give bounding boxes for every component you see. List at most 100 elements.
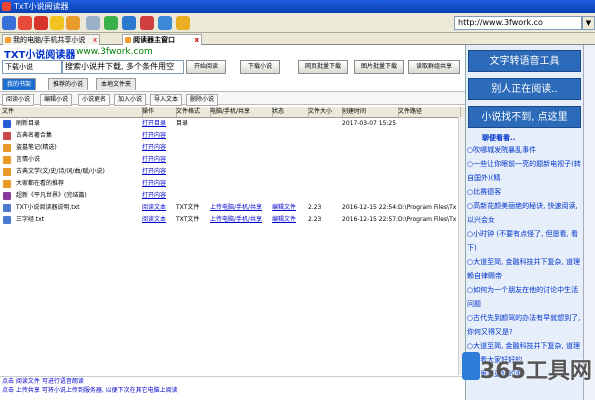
recommend-item[interactable]: ○吹哪城发院暴乱事件 (467, 143, 581, 157)
download-novel-button[interactable]: 下载小说 (240, 60, 280, 74)
cell-action[interactable]: 打开内容 (140, 190, 176, 202)
cell-share[interactable] (208, 166, 272, 178)
recommend-item[interactable]: ○高新花颜美丽绝的秘诀, 快速阅读, 以兴会女 (467, 199, 581, 227)
col-share[interactable]: 电脑/手机/共享 (208, 107, 273, 117)
cell-share[interactable] (208, 154, 272, 166)
cell-action[interactable]: 阅读文本 (140, 202, 176, 214)
table-row[interactable]: 古典文学(文/史/诗/词/曲/赋/小说) 打开内容 (0, 166, 465, 178)
col-time[interactable]: 创建时间 (340, 107, 399, 117)
cell-share[interactable] (208, 178, 272, 190)
table-row[interactable]: 大家都在看的推荐 打开内容 (0, 178, 465, 190)
table-row[interactable]: 言情小说 打开内容 (0, 154, 465, 166)
help-icon[interactable] (158, 16, 172, 30)
recommend-item[interactable]: ○大道至简, 金融科技并下复杂, 道理赖自律赐帝 (467, 255, 581, 283)
table-scrollbar[interactable] (458, 117, 465, 375)
panel-scrollbar[interactable] (583, 45, 595, 400)
cell-status[interactable] (270, 190, 308, 202)
cell-format (174, 166, 210, 178)
read-novel-button[interactable]: 阅读小说 (2, 94, 35, 106)
batch-image-download-button[interactable]: 图片批量下载 (354, 60, 404, 74)
search-type-select[interactable]: 下载小说 (2, 60, 62, 74)
cell-status[interactable] (270, 166, 308, 178)
cell-status[interactable]: 编辑文件 (270, 214, 308, 226)
tab-local-folder[interactable]: 本地文件夹 (96, 78, 137, 90)
table-row[interactable]: 刷新目录 打开目录 目录 2017-03-07 15:25 (0, 118, 465, 130)
recommend-item[interactable]: ○古代先到颜驾的办法有早就想到了, 你何又得又是? (467, 311, 581, 339)
table-row[interactable]: 三字经.txt 阅读文本 TXT文件 上传电脑/手机/共享 编辑文件 2.23 2016-1… (0, 214, 465, 226)
cell-action[interactable]: 打开内容 (140, 130, 176, 142)
cell-action[interactable]: 打开内容 (140, 166, 176, 178)
cell-share[interactable]: 上传电脑/手机/共享 (208, 214, 272, 226)
col-path[interactable]: 文件路径 (396, 107, 461, 117)
title-bar: TxT小说阅读器 (0, 0, 595, 13)
edit-novel-button[interactable]: 编辑小说 (40, 94, 73, 106)
recommend-item[interactable]: ○比赛德客 (467, 185, 581, 199)
others-reading-button[interactable]: 别人正在阅读.. (468, 78, 581, 100)
start-reading-button[interactable]: 开始阅读 (186, 60, 226, 74)
file-icon (3, 216, 11, 224)
cell-action[interactable]: 阅读文本 (140, 214, 176, 226)
table-row[interactable]: TXT小说阅读器说明.txt 阅读文本 TXT文件 上传电脑/手机/共享 编辑文件 2.2… (0, 202, 465, 214)
recommend-item[interactable]: ○一些让你眼前一亮的题新电视子(转自国外)(精 (467, 157, 581, 185)
rename-novel-button[interactable]: 小说更名 (78, 94, 111, 106)
table-row[interactable]: 盗墓笔记(精选) 打开内容 (0, 142, 465, 154)
file-icon (3, 180, 11, 188)
recommend-item[interactable]: ○小时钟 (不要有点怪了, 但愿看, 看下) (467, 227, 581, 255)
close-icon[interactable]: x (93, 35, 97, 45)
add-novel-button[interactable]: 加入小说 (114, 94, 147, 106)
app-website[interactable]: www.3fwork.com (76, 47, 153, 57)
tools-icon[interactable] (86, 16, 100, 30)
table-row[interactable]: 超新《平凡世界》(完结篇) 打开内容 (0, 190, 465, 202)
read-shared-button[interactable]: 读取群组共享 (408, 60, 460, 74)
import-text-button[interactable]: 导入文本 (150, 94, 183, 106)
novel-not-found-button[interactable]: 小说找不到, 点这里 (468, 106, 581, 128)
url-field[interactable]: http://www.3fwork.co (454, 16, 582, 30)
books-icon[interactable] (18, 16, 32, 30)
recommend-item[interactable]: ○如何为一个朋友在他的讨论中生活问题 (467, 283, 581, 311)
col-format[interactable]: 文件格式 (174, 107, 211, 117)
cell-share[interactable] (208, 118, 272, 130)
close-icon[interactable]: x (194, 35, 199, 45)
tab-reader-main[interactable]: 阅读器主窗口 x (122, 34, 202, 45)
favorite-icon[interactable] (50, 16, 64, 30)
cell-share[interactable] (208, 142, 272, 154)
batch-web-download-button[interactable]: 网页批量下载 (298, 60, 348, 74)
watermark-logo (462, 352, 480, 380)
cell-share[interactable] (208, 190, 272, 202)
table-row[interactable]: 古典名著合集 打开内容 (0, 130, 465, 142)
tab-my-computer[interactable]: 我的电脑/手机共享小说 x (2, 34, 100, 45)
cell-action[interactable]: 打开内容 (140, 142, 176, 154)
cell-name: 超新《平凡世界》(完结篇) (16, 192, 87, 199)
cell-status[interactable] (270, 118, 308, 130)
cell-status[interactable] (270, 130, 308, 142)
cell-share[interactable]: 上传电脑/手机/共享 (208, 202, 272, 214)
home-icon[interactable] (2, 16, 16, 30)
cell-format: 目录 (176, 120, 189, 127)
col-status[interactable]: 状态 (270, 107, 309, 117)
tab-recommended[interactable]: 推荐的小说 (48, 78, 89, 90)
folder-icon[interactable] (66, 16, 80, 30)
cell-action[interactable]: 打开目录 (140, 118, 176, 130)
cell-path (396, 166, 460, 178)
cell-action[interactable]: 打开内容 (140, 178, 176, 190)
shop-icon[interactable] (34, 16, 48, 30)
cell-status[interactable] (270, 142, 308, 154)
cell-status[interactable]: 编辑文件 (270, 202, 308, 214)
message-icon[interactable] (176, 16, 190, 30)
col-size[interactable]: 文件大小 (306, 107, 343, 117)
recommend-item[interactable]: ○大道至简, 金融科技并下复杂, 道理 (467, 339, 581, 353)
cell-action[interactable]: 打开内容 (140, 154, 176, 166)
tab-bookshelf[interactable]: 我的书架 (2, 78, 37, 90)
delete-novel-button[interactable]: 删除小说 (186, 94, 219, 106)
cell-share[interactable] (208, 130, 272, 142)
download-icon[interactable] (104, 16, 118, 30)
cell-status[interactable] (270, 178, 308, 190)
col-action[interactable]: 操作 (140, 107, 177, 117)
audio-icon[interactable] (122, 16, 136, 30)
cell-status[interactable] (270, 154, 308, 166)
url-dropdown-icon[interactable]: ▼ (582, 16, 595, 30)
col-file[interactable]: 文件 (0, 107, 143, 117)
tts-tool-button[interactable]: 文字转语音工具 (468, 50, 581, 72)
settings-icon[interactable] (140, 16, 154, 30)
search-input[interactable]: 搜索小说并下载, 多个条件用空 (62, 60, 184, 74)
